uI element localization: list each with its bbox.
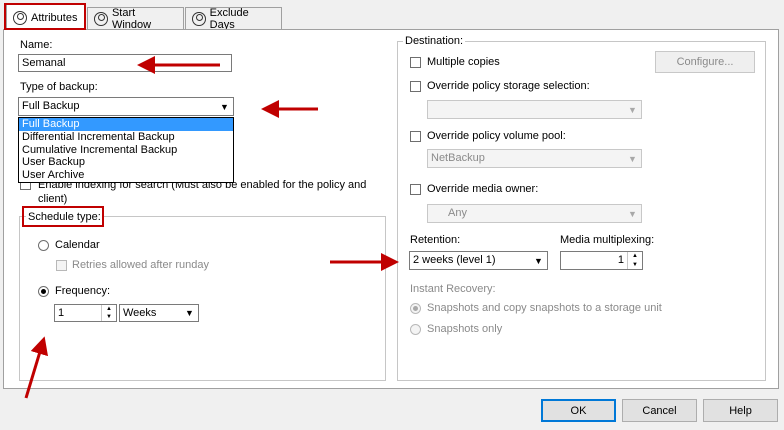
tab-exclude-days[interactable]: Exclude Days	[185, 6, 282, 31]
retries-label: Retries allowed after runday	[72, 259, 209, 271]
snapshots-and-copy-radio[interactable]	[410, 303, 421, 314]
backup-type-value: Full Backup	[22, 100, 80, 112]
frequency-label: Frequency:	[55, 285, 111, 297]
ok-button[interactable]: OK	[541, 399, 616, 422]
backup-type-dropdown: Full Backup Differential Incremental Bac…	[18, 117, 234, 183]
backup-type-select[interactable]: Full Backup ▼	[18, 97, 234, 116]
snapshots-only-label: Snapshots only	[427, 323, 503, 335]
chevron-down-icon[interactable]: ▼	[182, 306, 197, 320]
frequency-spinner[interactable]: 1 ▲ ▼	[54, 304, 117, 322]
retention-label: Retention:	[410, 234, 461, 246]
media-owner-select[interactable]: Any ▼	[427, 204, 642, 223]
instant-recovery-label: Instant Recovery:	[410, 283, 496, 295]
schedule-type-highlight-box	[22, 206, 104, 227]
name-label: Name:	[20, 39, 53, 51]
spin-down-icon[interactable]: ▼	[102, 313, 116, 321]
override-owner-checkbox[interactable]	[410, 184, 421, 195]
tab-start-window[interactable]: Start Window	[87, 6, 184, 31]
name-input[interactable]: Semanal	[18, 54, 232, 72]
storage-select[interactable]: ▼	[427, 100, 642, 119]
configure-button[interactable]: Configure...	[655, 51, 755, 73]
cancel-button[interactable]: Cancel	[622, 399, 697, 422]
dropdown-option[interactable]: User Backup	[19, 156, 233, 169]
retention-select[interactable]: 2 weeks (level 1) ▼	[409, 251, 548, 270]
override-owner-label: Override media owner:	[427, 183, 539, 195]
tab-label: Start Window	[111, 6, 152, 31]
frequency-unit-select[interactable]: Weeks ▼	[119, 304, 199, 322]
dropdown-option[interactable]: Cumulative Incremental Backup	[19, 144, 233, 157]
help-button[interactable]: Help	[703, 399, 778, 422]
override-pool-checkbox[interactable]	[410, 131, 421, 142]
tab-highlight-box	[4, 3, 86, 30]
destination-label: Destination:	[403, 35, 466, 47]
retries-checkbox[interactable]	[56, 260, 67, 271]
calendar-radio[interactable]	[38, 240, 49, 251]
media-multiplexing-label: Media multiplexing:	[560, 234, 655, 246]
calendar-label: Calendar	[55, 239, 100, 251]
calendar-icon	[192, 11, 206, 26]
spin-up-icon[interactable]: ▲	[102, 305, 116, 313]
frequency-unit-value: Weeks	[123, 307, 157, 319]
multiple-copies-label: Multiple copies	[427, 56, 500, 68]
chevron-down-icon[interactable]: ▼	[625, 102, 640, 117]
override-storage-label: Override policy storage selection:	[427, 80, 590, 92]
dropdown-option[interactable]: User Archive	[19, 169, 233, 182]
snapshots-only-radio[interactable]	[410, 324, 421, 335]
override-storage-checkbox[interactable]	[410, 81, 421, 92]
indexing-label-continued: client)	[38, 193, 68, 205]
media-multiplexing-spinner[interactable]: 1 ▲ ▼	[560, 251, 643, 270]
snapshots-and-copy-label: Snapshots and copy snapshots to a storag…	[427, 302, 662, 314]
frequency-radio[interactable]	[38, 286, 49, 297]
chevron-down-icon[interactable]: ▼	[625, 151, 640, 166]
dropdown-option[interactable]: Full Backup	[19, 118, 233, 131]
chevron-down-icon[interactable]: ▼	[217, 99, 232, 114]
media-multiplexing-value: 1	[617, 254, 624, 266]
volume-pool-select[interactable]: NetBackup ▼	[427, 149, 642, 168]
chevron-down-icon[interactable]: ▼	[625, 206, 640, 221]
type-of-backup-label: Type of backup:	[20, 81, 98, 93]
dropdown-option[interactable]: Differential Incremental Backup	[19, 131, 233, 144]
media-owner-value: Any	[448, 207, 467, 219]
multiple-copies-checkbox[interactable]	[410, 57, 421, 68]
clock-icon	[94, 11, 108, 26]
volume-pool-value: NetBackup	[431, 152, 485, 164]
spin-down-icon[interactable]: ▼	[628, 261, 642, 270]
tab-label: Exclude Days	[209, 6, 249, 31]
spin-up-icon[interactable]: ▲	[628, 252, 642, 261]
retention-value: 2 weeks (level 1)	[413, 254, 496, 266]
frequency-value: 1	[58, 307, 65, 319]
override-pool-label: Override policy volume pool:	[427, 130, 566, 142]
chevron-down-icon[interactable]: ▼	[531, 253, 546, 268]
